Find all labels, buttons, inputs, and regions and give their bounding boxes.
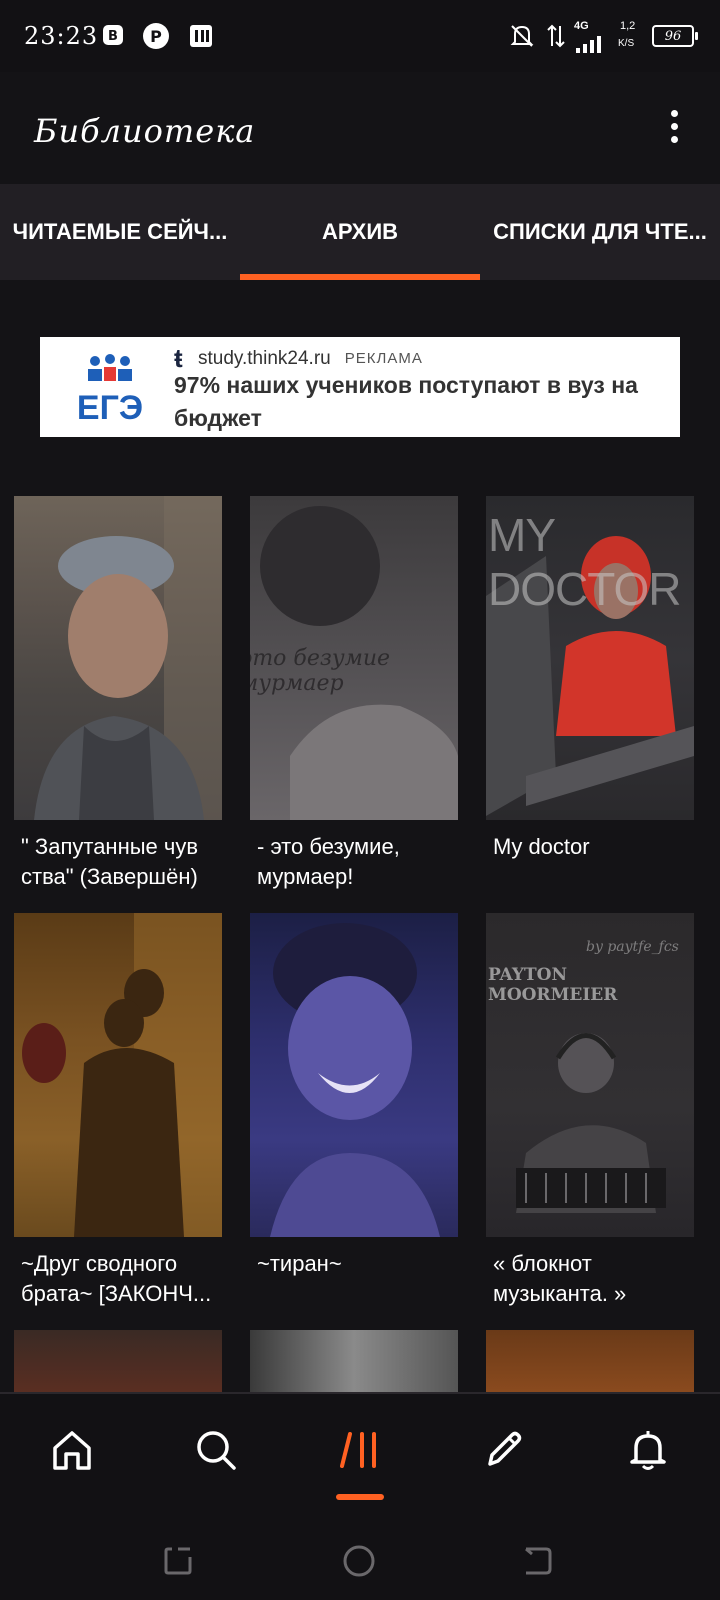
pl-app-icon [190, 25, 212, 47]
book-cover [14, 913, 222, 1237]
cover-text: MY DOCTOR [488, 509, 682, 615]
status-bar: 23:23 B P 4G 1,2 K/S 96 [0, 0, 720, 72]
book-cover [250, 913, 458, 1237]
bell-muted-icon [510, 25, 534, 47]
library-icon[interactable] [330, 1420, 390, 1480]
library-tabs: ЧИТАЕМЫЕ СЕЙЧ... АРХИВ СПИСКИ ДЛЯ ЧТЕ... [0, 184, 720, 280]
book-title: " Запутанные чув ства" (Завершён) [21, 834, 199, 889]
book-card[interactable]: by paytfe_fcs PAYTON MOORMEIER « блокнот… [486, 913, 694, 1309]
more-options-icon[interactable] [660, 110, 688, 150]
app-bar: Библиотека [0, 72, 720, 184]
book-card[interactable] [250, 1330, 458, 1392]
book-title: « блокнот музыканта. » [493, 1251, 627, 1306]
tab-label: ЧИТАЕМЫЕ СЕЙЧ... [12, 219, 228, 244]
ad-text: 97% наших учеников поступают в вуз на бю… [174, 372, 638, 431]
tab-reading-now[interactable]: ЧИТАЕМЫЕ СЕЙЧ... [0, 184, 240, 280]
svg-text:P: P [150, 27, 162, 46]
ad-tag: РЕКЛАМА [344, 350, 423, 367]
ege-logo: ЕГЭ [77, 354, 143, 425]
home-icon[interactable] [42, 1420, 102, 1480]
recent-apps-icon[interactable] [164, 1546, 194, 1576]
bottom-navigation [0, 1392, 720, 1510]
b-app-icon: B [103, 25, 123, 45]
book-cover [14, 1330, 222, 1392]
p-app-icon: P [143, 23, 169, 49]
book-title: - это безумие, мурмаер! [257, 834, 400, 889]
battery-level: 96 [664, 28, 682, 44]
status-time: 23:23 [24, 22, 99, 50]
book-card[interactable]: MY DOCTOR My doctor [486, 496, 694, 862]
tab-archive[interactable]: АРХИВ [240, 184, 480, 280]
network-speed: 1,2 [620, 20, 636, 32]
book-card[interactable]: ~Друг сводного брата~ [ЗАКОНЧ... [14, 913, 222, 1309]
svg-text:B: B [108, 29, 118, 44]
bell-icon[interactable] [618, 1420, 678, 1480]
book-title: My doctor [493, 834, 590, 859]
home-button-icon[interactable] [342, 1544, 376, 1578]
book-card[interactable]: " Запутанные чув ства" (Завершён) [14, 496, 222, 892]
book-cover [486, 1330, 694, 1392]
book-card[interactable]: это безумие мурмаер - это безумие, мурма… [250, 496, 458, 892]
book-card[interactable] [14, 1330, 222, 1392]
search-icon[interactable] [186, 1420, 246, 1480]
ad-logo-text: ЕГЭ [77, 389, 143, 425]
book-cover: by paytfe_fcs PAYTON MOORMEIER [486, 913, 694, 1237]
tab-label: СПИСКИ ДЛЯ ЧТЕ... [493, 219, 707, 244]
back-icon[interactable] [522, 1546, 552, 1576]
book-title: ~тиран~ [257, 1251, 342, 1276]
ad-domain: study.think24.ru [198, 347, 331, 369]
book-cover: MY DOCTOR [486, 496, 694, 820]
book-cover [14, 496, 222, 820]
book-card[interactable] [486, 1330, 694, 1392]
system-navigation [0, 1510, 720, 1600]
data-transfer-icon [547, 24, 565, 48]
cover-text: это безумие мурмаер [250, 646, 391, 696]
tab-label: АРХИВ [321, 219, 399, 244]
pencil-icon[interactable] [474, 1420, 534, 1480]
tab-reading-lists[interactable]: СПИСКИ ДЛЯ ЧТЕ... [480, 184, 720, 280]
book-title: ~Друг сводного брата~ [ЗАКОНЧ... [21, 1251, 212, 1306]
ad-banner[interactable]: ЕГЭ ŧ study.think24.ru РЕКЛАМА 97% наших… [40, 337, 680, 437]
book-cover: это безумие мурмаер [250, 496, 458, 820]
page-title: Библиотека [34, 112, 256, 150]
signal-icon [576, 36, 601, 53]
battery-indicator: 96 [652, 25, 698, 47]
network-unit: K/S [618, 38, 635, 49]
active-nav-indicator [336, 1494, 384, 1500]
book-cover [250, 1330, 458, 1392]
book-card[interactable]: ~тиран~ [250, 913, 458, 1279]
